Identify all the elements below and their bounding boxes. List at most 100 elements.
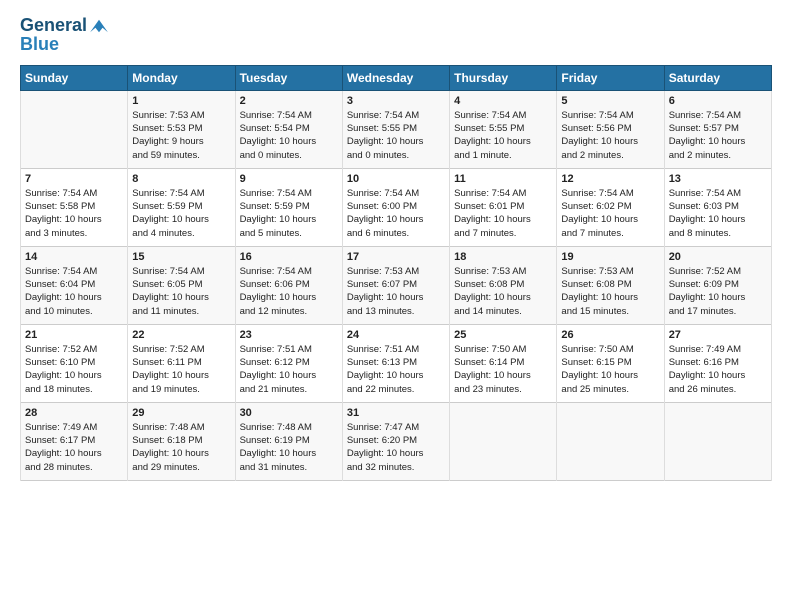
logo-arrow-icon (88, 18, 110, 34)
day-info: Sunrise: 7:52 AM Sunset: 6:11 PM Dayligh… (132, 343, 230, 396)
day-number: 5 (561, 95, 659, 107)
calendar-cell: 25 Sunrise: 7:50 AM Sunset: 6:14 PM Dayli… (450, 324, 557, 402)
calendar-cell: 13 Sunrise: 7:54 AM Sunset: 6:03 PM Dayli… (664, 168, 771, 246)
day-info: Sunrise: 7:54 AM Sunset: 5:59 PM Dayligh… (240, 187, 338, 240)
calendar-cell: 19 Sunrise: 7:53 AM Sunset: 6:08 PM Dayli… (557, 246, 664, 324)
day-number: 26 (561, 329, 659, 341)
day-info: Sunrise: 7:54 AM Sunset: 5:59 PM Dayligh… (132, 187, 230, 240)
day-number: 19 (561, 251, 659, 263)
day-info: Sunrise: 7:54 AM Sunset: 5:54 PM Dayligh… (240, 109, 338, 162)
day-number: 30 (240, 407, 338, 419)
calendar-cell: 26 Sunrise: 7:50 AM Sunset: 6:15 PM Dayli… (557, 324, 664, 402)
day-number: 23 (240, 329, 338, 341)
day-info: Sunrise: 7:53 AM Sunset: 6:08 PM Dayligh… (454, 265, 552, 318)
day-info: Sunrise: 7:52 AM Sunset: 6:10 PM Dayligh… (25, 343, 123, 396)
calendar-cell (21, 90, 128, 168)
calendar-cell (557, 402, 664, 480)
day-number: 21 (25, 329, 123, 341)
calendar-week-5: 28Sunrise: 7:49 AM Sunset: 6:17 PM Dayli… (21, 402, 772, 480)
day-number: 24 (347, 329, 445, 341)
logo-blue: Blue (20, 34, 111, 55)
day-number: 15 (132, 251, 230, 263)
day-number: 31 (347, 407, 445, 419)
page: General Blue SundayMondayTuesdayWednesda… (0, 0, 792, 612)
calendar-week-1: 1Sunrise: 7:53 AM Sunset: 5:53 PM Daylig… (21, 90, 772, 168)
day-info: Sunrise: 7:53 AM Sunset: 6:07 PM Dayligh… (347, 265, 445, 318)
calendar-cell: 3 Sunrise: 7:54 AM Sunset: 5:55 PM Daylig… (342, 90, 449, 168)
calendar-cell: 20 Sunrise: 7:52 AM Sunset: 6:09 PM Dayli… (664, 246, 771, 324)
day-header-monday: Monday (128, 65, 235, 90)
day-info: Sunrise: 7:51 AM Sunset: 6:13 PM Dayligh… (347, 343, 445, 396)
calendar-cell: 31 Sunrise: 7:47 AM Sunset: 6:20 PM Dayli… (342, 402, 449, 480)
day-info: Sunrise: 7:53 AM Sunset: 6:08 PM Dayligh… (561, 265, 659, 318)
day-info: Sunrise: 7:54 AM Sunset: 5:58 PM Dayligh… (25, 187, 123, 240)
calendar-cell: 30Sunrise: 7:48 AM Sunset: 6:19 PM Dayli… (235, 402, 342, 480)
calendar-cell: 1Sunrise: 7:53 AM Sunset: 5:53 PM Daylig… (128, 90, 235, 168)
logo: General Blue (20, 16, 111, 55)
day-number: 2 (240, 95, 338, 107)
calendar-cell: 14 Sunrise: 7:54 AM Sunset: 6:04 PM Dayli… (21, 246, 128, 324)
calendar-cell: 29Sunrise: 7:48 AM Sunset: 6:18 PM Dayli… (128, 402, 235, 480)
day-info: Sunrise: 7:52 AM Sunset: 6:09 PM Dayligh… (669, 265, 767, 318)
calendar-cell: 8 Sunrise: 7:54 AM Sunset: 5:59 PM Daylig… (128, 168, 235, 246)
calendar-cell: 12Sunrise: 7:54 AM Sunset: 6:02 PM Dayli… (557, 168, 664, 246)
calendar-cell: 27 Sunrise: 7:49 AM Sunset: 6:16 PM Dayli… (664, 324, 771, 402)
day-info: Sunrise: 7:50 AM Sunset: 6:14 PM Dayligh… (454, 343, 552, 396)
day-number: 22 (132, 329, 230, 341)
day-info: Sunrise: 7:49 AM Sunset: 6:16 PM Dayligh… (669, 343, 767, 396)
day-info: Sunrise: 7:49 AM Sunset: 6:17 PM Dayligh… (25, 421, 123, 474)
calendar-cell: 9Sunrise: 7:54 AM Sunset: 5:59 PM Daylig… (235, 168, 342, 246)
day-info: Sunrise: 7:54 AM Sunset: 5:55 PM Dayligh… (454, 109, 552, 162)
day-info: Sunrise: 7:54 AM Sunset: 5:57 PM Dayligh… (669, 109, 767, 162)
calendar-cell: 22 Sunrise: 7:52 AM Sunset: 6:11 PM Dayli… (128, 324, 235, 402)
day-header-thursday: Thursday (450, 65, 557, 90)
calendar-cell: 16 Sunrise: 7:54 AM Sunset: 6:06 PM Dayli… (235, 246, 342, 324)
day-number: 27 (669, 329, 767, 341)
calendar-cell (450, 402, 557, 480)
day-header-sunday: Sunday (21, 65, 128, 90)
calendar-cell: 10 Sunrise: 7:54 AM Sunset: 6:00 PM Dayli… (342, 168, 449, 246)
day-header-tuesday: Tuesday (235, 65, 342, 90)
calendar-cell: 7Sunrise: 7:54 AM Sunset: 5:58 PM Daylig… (21, 168, 128, 246)
day-number: 10 (347, 173, 445, 185)
day-number: 4 (454, 95, 552, 107)
day-info: Sunrise: 7:54 AM Sunset: 6:00 PM Dayligh… (347, 187, 445, 240)
day-number: 11 (454, 173, 552, 185)
day-info: Sunrise: 7:48 AM Sunset: 6:18 PM Dayligh… (132, 421, 230, 474)
day-info: Sunrise: 7:54 AM Sunset: 6:04 PM Dayligh… (25, 265, 123, 318)
calendar-cell: 4 Sunrise: 7:54 AM Sunset: 5:55 PM Daylig… (450, 90, 557, 168)
calendar-week-4: 21 Sunrise: 7:52 AM Sunset: 6:10 PM Dayli… (21, 324, 772, 402)
day-number: 1 (132, 95, 230, 107)
calendar-cell: 6Sunrise: 7:54 AM Sunset: 5:57 PM Daylig… (664, 90, 771, 168)
calendar-cell: 15Sunrise: 7:54 AM Sunset: 6:05 PM Dayli… (128, 246, 235, 324)
calendar-cell: 17Sunrise: 7:53 AM Sunset: 6:07 PM Dayli… (342, 246, 449, 324)
day-info: Sunrise: 7:54 AM Sunset: 5:56 PM Dayligh… (561, 109, 659, 162)
calendar-table: SundayMondayTuesdayWednesdayThursdayFrid… (20, 65, 772, 481)
day-number: 12 (561, 173, 659, 185)
calendar-cell: 5 Sunrise: 7:54 AM Sunset: 5:56 PM Daylig… (557, 90, 664, 168)
calendar-cell: 11 Sunrise: 7:54 AM Sunset: 6:01 PM Dayli… (450, 168, 557, 246)
day-info: Sunrise: 7:50 AM Sunset: 6:15 PM Dayligh… (561, 343, 659, 396)
day-header-friday: Friday (557, 65, 664, 90)
day-number: 20 (669, 251, 767, 263)
day-number: 8 (132, 173, 230, 185)
day-info: Sunrise: 7:47 AM Sunset: 6:20 PM Dayligh… (347, 421, 445, 474)
day-info: Sunrise: 7:51 AM Sunset: 6:12 PM Dayligh… (240, 343, 338, 396)
calendar-cell: 2 Sunrise: 7:54 AM Sunset: 5:54 PM Daylig… (235, 90, 342, 168)
calendar-cell: 18Sunrise: 7:53 AM Sunset: 6:08 PM Dayli… (450, 246, 557, 324)
day-number: 25 (454, 329, 552, 341)
day-info: Sunrise: 7:54 AM Sunset: 6:03 PM Dayligh… (669, 187, 767, 240)
calendar-week-3: 14 Sunrise: 7:54 AM Sunset: 6:04 PM Dayli… (21, 246, 772, 324)
day-number: 16 (240, 251, 338, 263)
calendar-cell: 28Sunrise: 7:49 AM Sunset: 6:17 PM Dayli… (21, 402, 128, 480)
calendar-cell: 21 Sunrise: 7:52 AM Sunset: 6:10 PM Dayli… (21, 324, 128, 402)
day-info: Sunrise: 7:54 AM Sunset: 6:06 PM Dayligh… (240, 265, 338, 318)
day-number: 3 (347, 95, 445, 107)
day-info: Sunrise: 7:54 AM Sunset: 5:55 PM Dayligh… (347, 109, 445, 162)
day-header-saturday: Saturday (664, 65, 771, 90)
day-number: 14 (25, 251, 123, 263)
day-number: 13 (669, 173, 767, 185)
calendar-week-2: 7Sunrise: 7:54 AM Sunset: 5:58 PM Daylig… (21, 168, 772, 246)
day-header-wednesday: Wednesday (342, 65, 449, 90)
day-info: Sunrise: 7:54 AM Sunset: 6:01 PM Dayligh… (454, 187, 552, 240)
